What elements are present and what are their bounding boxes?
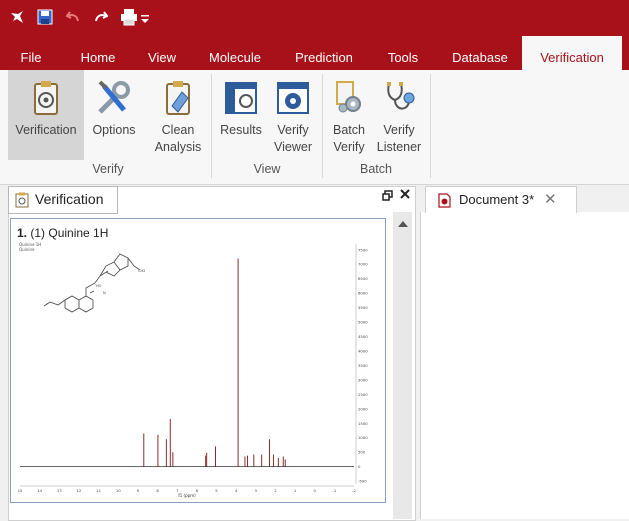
tab-home[interactable]: Home	[72, 36, 124, 70]
ribbon-tabs: File Home View Molecule Prediction Tools…	[0, 36, 629, 70]
tab-verification[interactable]: Verification	[522, 36, 622, 70]
verify-viewer-icon	[273, 78, 313, 118]
group-separator	[322, 74, 323, 178]
customize-toolbar-icon[interactable]	[141, 13, 149, 29]
spectrum-title-text: (1) Quinine 1H	[30, 226, 109, 240]
close-icon[interactable]: ✕	[544, 190, 557, 208]
verify-listener-button[interactable]: Verify Listener	[374, 70, 424, 160]
spectrum-title-number: 1.	[17, 226, 28, 240]
results-label: Results	[220, 123, 262, 137]
verification-button[interactable]: Verification	[8, 70, 84, 160]
wrench-screwdriver-icon	[94, 78, 134, 118]
undo-icon[interactable]	[65, 10, 80, 29]
batch-verify-gears-icon	[329, 78, 369, 118]
clean-analysis-button[interactable]: Clean Analysis	[148, 70, 208, 160]
tab-view[interactable]: View	[139, 36, 185, 70]
batch-verify-label: Batch Verify	[333, 123, 365, 154]
results-icon	[221, 78, 261, 118]
verification-clipboard-icon	[15, 192, 29, 211]
document-tab[interactable]: Document 3* ✕	[425, 186, 577, 213]
verification-clipboard-icon	[26, 78, 66, 118]
clean-analysis-label: Clean Analysis	[154, 123, 202, 154]
tab-molecule[interactable]: Molecule	[200, 36, 270, 70]
group-label-batch: Batch	[360, 162, 392, 176]
redo-icon[interactable]	[94, 10, 109, 29]
options-label: Options	[92, 123, 136, 137]
ribbon: Verification Options Clean Analysis Veri…	[0, 70, 629, 185]
tab-tools[interactable]: Tools	[376, 36, 430, 70]
results-button[interactable]: Results	[216, 70, 266, 160]
vertical-scrollbar[interactable]	[393, 212, 412, 519]
verification-panel-tab[interactable]: Verification	[8, 186, 118, 214]
options-button[interactable]: Options	[88, 70, 140, 160]
spectrum-title: 1. (1) Quinine 1H	[17, 226, 108, 240]
group-label-verify: Verify	[92, 162, 124, 176]
group-label-view: View	[253, 162, 281, 176]
panel-tab-label: Verification	[35, 191, 104, 207]
tab-prediction[interactable]: Prediction	[287, 36, 361, 70]
stethoscope-icon	[379, 78, 419, 118]
tab-file[interactable]: File	[10, 36, 52, 70]
float-window-icon[interactable]	[382, 190, 393, 205]
eraser-clipboard-icon	[158, 78, 198, 118]
verification-label: Verification	[15, 123, 77, 137]
save-icon[interactable]	[37, 9, 53, 30]
group-separator	[211, 74, 212, 178]
group-separator	[430, 74, 431, 178]
spectrum-viewer[interactable]	[10, 218, 386, 503]
document-tab-label: Document 3*	[459, 192, 535, 207]
close-icon[interactable]	[400, 188, 410, 203]
batch-verify-button[interactable]: Batch Verify	[326, 70, 372, 160]
tab-database[interactable]: Database	[444, 36, 516, 70]
app-logo-icon[interactable]	[10, 10, 24, 29]
verify-viewer-button[interactable]: Verify Viewer	[268, 70, 318, 160]
print-icon[interactable]	[120, 8, 138, 31]
document-pane[interactable]	[420, 212, 629, 519]
verify-viewer-label: Verify Viewer	[274, 123, 312, 154]
quick-access-toolbar	[0, 0, 629, 36]
document-icon	[438, 193, 451, 211]
verify-listener-label: Verify Listener	[376, 123, 422, 154]
scroll-up-icon[interactable]	[398, 220, 408, 227]
